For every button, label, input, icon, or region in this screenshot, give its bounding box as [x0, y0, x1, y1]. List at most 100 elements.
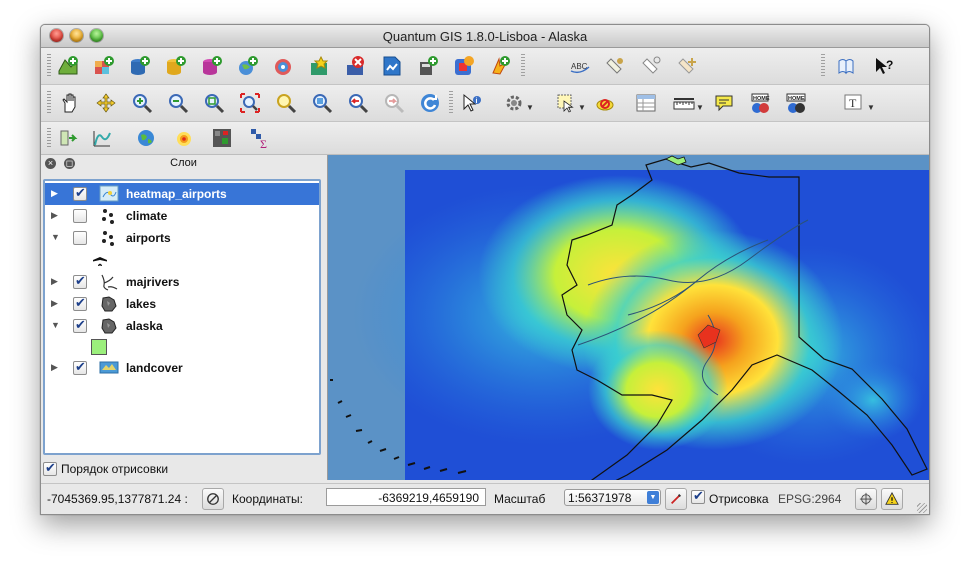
heatmap-plugin-icon[interactable]: [171, 125, 197, 151]
add-mssql-layer-icon[interactable]: [199, 53, 225, 79]
measure-dropdown-icon[interactable]: ▼: [696, 103, 704, 112]
expand-arrow-icon[interactable]: ▶: [51, 362, 58, 373]
add-postgis-layer-icon[interactable]: [127, 53, 153, 79]
add-delimited-text-icon[interactable]: [307, 53, 333, 79]
layer-row-landcover[interactable]: ▶ landcover: [45, 357, 319, 379]
show-hide-labels-icon[interactable]: [639, 53, 665, 79]
layer-row-heatmap-airports[interactable]: ▶ heatmap_airports: [45, 183, 319, 205]
toolbar-grip[interactable]: [47, 128, 51, 148]
svg-text:T: T: [849, 96, 857, 110]
layer-row-airports[interactable]: ▼ airports: [45, 227, 319, 249]
layer-visibility-checkbox[interactable]: [73, 317, 87, 333]
measure-line-icon[interactable]: [671, 90, 697, 116]
collapse-arrow-icon[interactable]: ▼: [51, 320, 60, 330]
map-tips-icon[interactable]: [711, 90, 737, 116]
toolbar-grip[interactable]: [47, 91, 51, 115]
interpolation-icon[interactable]: [89, 125, 115, 151]
combobox-arrow-icon[interactable]: ▼: [647, 491, 659, 504]
zoom-to-layer-icon[interactable]: [237, 90, 263, 116]
layer-visibility-checkbox[interactable]: [73, 295, 87, 311]
layer-tree[interactable]: ▶ heatmap_airports ▶ climate ▼: [43, 179, 321, 455]
zoom-native-resolution-icon[interactable]: [309, 90, 335, 116]
add-vector-layer-icon[interactable]: [55, 53, 81, 79]
svg-text:Σ: Σ: [260, 137, 267, 149]
scale-combobox[interactable]: 1:56371978 ▼: [564, 489, 661, 506]
crs-projection-icon[interactable]: [855, 488, 877, 510]
pin-labels-icon[interactable]: [603, 53, 629, 79]
layer-visibility-checkbox[interactable]: [73, 359, 87, 375]
raster-terrain-icon[interactable]: [209, 125, 235, 151]
messages-warning-icon[interactable]: [881, 488, 903, 510]
show-bookmarks-icon[interactable]: HOME: [783, 90, 809, 116]
label-tool-icon[interactable]: ABC: [567, 53, 593, 79]
layer-name: airports: [126, 231, 171, 245]
zoom-to-selection-icon[interactable]: [273, 90, 299, 116]
layer-visibility-checkbox[interactable]: [73, 231, 87, 245]
layer-name: alaska: [126, 319, 163, 333]
new-shapefile-layer-icon[interactable]: [379, 53, 405, 79]
layer-row-climate[interactable]: ▶ climate: [45, 205, 319, 227]
add-oracle-layer-icon[interactable]: [451, 53, 477, 79]
deselect-all-icon[interactable]: [593, 90, 619, 116]
svg-text:?: ?: [886, 58, 893, 72]
layer-row-majrivers[interactable]: ▶ majrivers: [45, 271, 319, 293]
stop-rendering-icon[interactable]: [665, 488, 687, 510]
render-order-checkbox[interactable]: [43, 460, 57, 476]
toolbar-grip[interactable]: [47, 54, 51, 78]
select-dropdown-icon[interactable]: ▼: [578, 103, 586, 112]
status-bar: -7045369.95,1377871.24 : Координаты: -63…: [41, 483, 929, 514]
identify-features-icon[interactable]: i: [459, 90, 485, 116]
annotation-dropdown-icon[interactable]: ▼: [867, 103, 875, 112]
layer-visibility-checkbox[interactable]: [73, 273, 87, 289]
expand-arrow-icon[interactable]: ▶: [51, 298, 58, 309]
add-wms-layer-icon[interactable]: [235, 53, 261, 79]
layer-visibility-checkbox[interactable]: [73, 185, 87, 201]
toolbar-separator: [821, 54, 825, 78]
layer-visibility-checkbox[interactable]: [73, 209, 87, 223]
globe-plugin-icon[interactable]: [133, 125, 159, 151]
georeferencer-icon[interactable]: [57, 125, 83, 151]
help-contents-icon[interactable]: [833, 53, 859, 79]
raster-layer-icon: [99, 359, 119, 377]
run-feature-action-icon[interactable]: [501, 90, 527, 116]
map-canvas[interactable]: [327, 155, 929, 480]
layer-name: heatmap_airports: [126, 187, 227, 201]
toggle-extents-icon[interactable]: [202, 488, 224, 510]
move-label-icon[interactable]: [675, 53, 701, 79]
layers-panel: × ◻ Слои ▶ heatmap_airports ▶ clim: [41, 155, 326, 482]
add-wfs-layer-icon[interactable]: [487, 53, 513, 79]
zoom-in-icon[interactable]: [129, 90, 155, 116]
render-checkbox[interactable]: [691, 488, 705, 504]
select-features-icon[interactable]: [553, 90, 579, 116]
expand-arrow-icon[interactable]: ▶: [51, 188, 58, 199]
add-raster-layer-icon[interactable]: [91, 53, 117, 79]
layer-row-lakes[interactable]: ▶ lakes: [45, 293, 319, 315]
line-layer-icon: [99, 273, 119, 291]
coordinates-field[interactable]: -6369219,4659190: [326, 488, 486, 506]
remove-layer-icon[interactable]: [343, 53, 369, 79]
layer-row-alaska[interactable]: ▼ alaska: [45, 315, 319, 337]
new-spatialite-layer-icon[interactable]: [415, 53, 441, 79]
open-attribute-table-icon[interactable]: [633, 90, 659, 116]
add-spatialite-layer-icon[interactable]: [163, 53, 189, 79]
new-bookmark-icon[interactable]: HOME: [747, 90, 773, 116]
zonal-statistics-icon[interactable]: Σ: [247, 125, 273, 151]
resize-grip[interactable]: [917, 503, 927, 513]
pan-to-selection-icon[interactable]: [93, 90, 119, 116]
zoom-full-icon[interactable]: [201, 90, 227, 116]
expand-arrow-icon[interactable]: ▶: [51, 210, 58, 221]
layer-name: climate: [126, 209, 168, 223]
whats-this-icon[interactable]: ?: [871, 53, 897, 79]
pan-icon[interactable]: [57, 90, 83, 116]
action-dropdown-icon[interactable]: ▼: [526, 103, 534, 112]
zoom-out-icon[interactable]: [165, 90, 191, 116]
crs-status-text[interactable]: EPSG:2964: [778, 492, 841, 506]
add-wcs-layer-icon[interactable]: [271, 53, 297, 79]
collapse-arrow-icon[interactable]: ▼: [51, 232, 60, 242]
zoom-last-icon[interactable]: [345, 90, 371, 116]
point-layer-icon: [99, 207, 119, 225]
zoom-next-icon[interactable]: [381, 90, 407, 116]
expand-arrow-icon[interactable]: ▶: [51, 276, 58, 287]
refresh-icon[interactable]: [417, 90, 443, 116]
text-annotation-icon[interactable]: T: [841, 90, 867, 116]
